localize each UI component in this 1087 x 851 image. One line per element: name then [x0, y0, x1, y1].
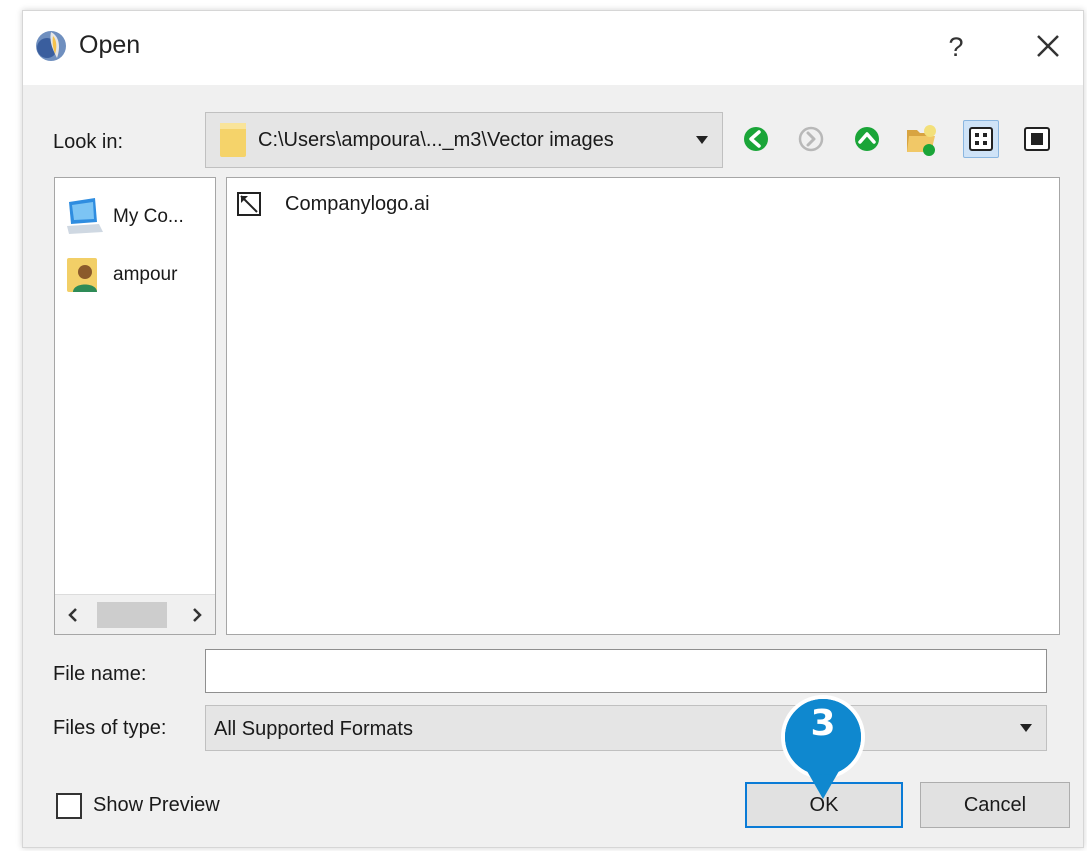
show-preview-checkbox[interactable]: [56, 793, 82, 819]
vector-file-icon: [237, 192, 261, 216]
title-bar: Open ?: [23, 11, 1083, 85]
look-in-label: Look in:: [53, 131, 124, 153]
step-number: 3: [810, 703, 836, 744]
new-folder-icon: [907, 125, 936, 156]
file-item[interactable]: Companylogo.ai: [237, 188, 497, 222]
look-in-path: C:\Users\ampoura\..._m3\Vector images: [258, 129, 614, 151]
computer-icon: [67, 198, 103, 234]
sidebar-item-label: ampour: [113, 264, 178, 285]
detail-view-button[interactable]: [1019, 120, 1055, 158]
sidebar-item-my-computer[interactable]: My Co...: [65, 192, 215, 240]
file-type-value: All Supported Formats: [214, 718, 413, 740]
chevron-left-icon: [68, 608, 77, 622]
new-folder-button[interactable]: [903, 120, 939, 158]
app-logo-icon: [36, 31, 66, 61]
file-name-input[interactable]: [205, 649, 1047, 693]
sidebar-horizontal-scrollbar[interactable]: [55, 594, 215, 634]
forward-button[interactable]: [793, 120, 829, 158]
user-folder-icon: [67, 258, 97, 292]
file-name-label: File name:: [53, 663, 147, 685]
back-arrow-icon: [744, 127, 768, 151]
open-dialog: Open ? Look in: C:\Users\ampoura\..._m3\…: [22, 10, 1084, 848]
scroll-left-button[interactable]: [59, 595, 87, 634]
file-type-dropdown[interactable]: All Supported Formats: [205, 705, 1047, 751]
help-button[interactable]: ?: [931, 21, 981, 73]
list-view-button[interactable]: [963, 120, 999, 158]
file-type-label: Files of type:: [53, 717, 167, 739]
chevron-down-icon: [696, 136, 708, 144]
close-button[interactable]: [1019, 19, 1077, 75]
back-button[interactable]: [738, 120, 774, 158]
chevron-down-icon: [1020, 724, 1032, 732]
scroll-thumb[interactable]: [97, 602, 167, 628]
look-in-dropdown[interactable]: C:\Users\ampoura\..._m3\Vector images: [205, 112, 723, 168]
step-callout-badge: 3: [771, 691, 875, 805]
close-icon: [1037, 35, 1059, 57]
up-folder-button[interactable]: [849, 120, 885, 158]
places-sidebar: My Co... ampour: [54, 177, 216, 635]
list-view-icon: [969, 127, 993, 151]
file-list[interactable]: Companylogo.ai: [226, 177, 1060, 635]
scroll-right-button[interactable]: [183, 595, 211, 634]
sidebar-item-label: My Co...: [113, 206, 184, 227]
detail-view-icon: [1024, 127, 1050, 151]
cancel-button[interactable]: Cancel: [920, 782, 1070, 828]
folder-icon: [220, 123, 246, 157]
forward-arrow-icon: [798, 126, 824, 152]
up-folder-icon: [855, 127, 879, 151]
file-name-label: Companylogo.ai: [285, 193, 430, 215]
window-title: Open: [79, 31, 141, 59]
show-preview-label: Show Preview: [93, 794, 220, 816]
sidebar-item-user[interactable]: ampour: [65, 250, 215, 298]
chevron-right-icon: [193, 608, 202, 622]
